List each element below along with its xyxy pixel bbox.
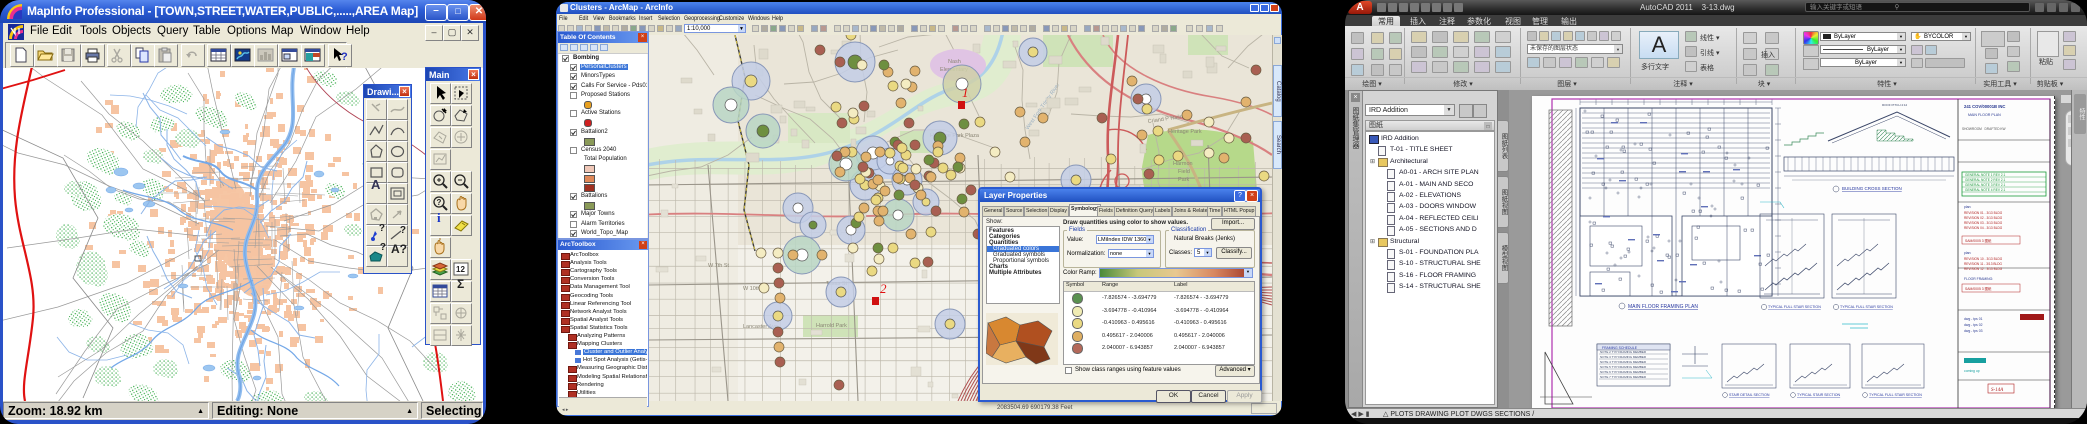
svg-text:Park: Park (1178, 177, 1190, 183)
svg-text:12: 12 (456, 265, 465, 274)
svg-text:coming up: coming up (1964, 369, 1980, 373)
svg-text:NOTE 7 TYP FRAMING MEMBER: NOTE 7 TYP FRAMING MEMBER (1600, 375, 1647, 379)
svg-text:FRAMING SCHEDULE: FRAMING SCHEDULE (1602, 346, 1638, 350)
svg-text:REVISION 11 - 3/13 BLDG: REVISION 11 - 3/13 BLDG (1964, 262, 2003, 266)
svg-text:Harrold Park: Harrold Park (816, 323, 847, 329)
svg-text:FLOOR FRAMING:: FLOOR FRAMING: (1964, 277, 1993, 281)
svg-text:Heritage Park: Heritage Park (1168, 129, 1202, 135)
svg-text:GENERAL NOTE 4 REV 2.1: GENERAL NOTE 4 REV 2.1 (1965, 188, 2005, 192)
svg-text:NOTE 4 TYP FRAMING MEMBER: NOTE 4 TYP FRAMING MEMBER (1600, 360, 1647, 364)
svg-text:SAM/0005 3 图紙: SAM/0005 3 图紙 (1965, 286, 1992, 291)
svg-text:REVISION 12 - 3/13 BLDG: REVISION 12 - 3/13 BLDG (1964, 267, 2003, 271)
svg-text:BUILDING CROSS SECTION: BUILDING CROSS SECTION (1842, 186, 1902, 191)
svg-text:241 COV/00001B INC: 241 COV/00001B INC (1964, 104, 2005, 109)
svg-text:dwg - tps 01: dwg - tps 01 (1964, 317, 1983, 321)
svg-text:Harmon: Harmon (1173, 161, 1193, 167)
svg-text:TYPICAL STAIR SECTION: TYPICAL STAIR SECTION (1797, 393, 1841, 397)
svg-text:REVISION 01 - 3/13 BLDG: REVISION 01 - 3/13 BLDG (1964, 211, 2003, 215)
svg-text:NOTE 6 TYP FRAMING MEMBER: NOTE 6 TYP FRAMING MEMBER (1600, 370, 1647, 374)
svg-text:REVISION 03 - 3/13 BLDG: REVISION 03 - 3/13 BLDG (1964, 221, 2003, 225)
svg-text:GENERAL NOTE 1 REV 2.1: GENERAL NOTE 1 REV 2.1 (1965, 173, 2005, 177)
svg-text:REVISION 10 - 3/13 BLDG: REVISION 10 - 3/13 BLDG (1964, 257, 2003, 261)
svg-text:plan:: plan: (1964, 251, 1971, 255)
svg-text:?: ? (437, 198, 442, 207)
svg-text:NOTE 3 TYP FRAMING MEMBER: NOTE 3 TYP FRAMING MEMBER (1600, 355, 1647, 359)
svg-text:W 7th St: W 7th St (708, 263, 730, 269)
svg-text:TYPICAL FULL STAIR SECTION: TYPICAL FULL STAIR SECTION (1768, 305, 1821, 309)
svg-text:ROOF PITCH 4:12: ROOF PITCH 4:12 (1882, 103, 1908, 107)
svg-text:GENERAL NOTE 2 REV 2.1: GENERAL NOTE 2 REV 2.1 (1965, 178, 2005, 182)
svg-text:plan:: plan: (1964, 205, 1971, 209)
svg-text:S-14A: S-14A (1991, 388, 2004, 393)
svg-text:GENERAL NOTE 3 REV 2.1: GENERAL NOTE 3 REV 2.1 (1965, 183, 2005, 187)
svg-text:NOTE 2 TYP FRAMING MEMBER: NOTE 2 TYP FRAMING MEMBER (1600, 350, 1647, 354)
svg-text:STAIR DETAIL SECTION: STAIR DETAIL SECTION (1729, 393, 1770, 397)
svg-text:?: ? (341, 51, 348, 63)
svg-text:REVISION 02 - 3/13 BLDG: REVISION 02 - 3/13 BLDG (1964, 216, 2003, 220)
svg-text:SHOWROOM DRAFTED KW: SHOWROOM DRAFTED KW (1962, 127, 2006, 131)
svg-text:MAIN FLOOR PLAN: MAIN FLOOR PLAN (1968, 113, 2001, 117)
svg-text:TYPICAL FULL STAIR SECTION: TYPICAL FULL STAIR SECTION (1869, 393, 1922, 397)
svg-text:dwg - tps 03: dwg - tps 03 (1964, 329, 1983, 333)
svg-text:MAIN FLOOR FRAMING PLAN: MAIN FLOOR FRAMING PLAN (1628, 304, 1698, 310)
svg-text:REVISION 04 - 3/13 BLDG: REVISION 04 - 3/13 BLDG (1964, 226, 2003, 230)
svg-text:Field: Field (1178, 169, 1190, 175)
svg-text:Nash: Nash (948, 59, 961, 65)
svg-text:SAM/0005 3 图紙: SAM/0005 3 图紙 (1965, 238, 1992, 243)
svg-text:2: 2 (880, 281, 887, 296)
svg-text:NOTE 5 TYP FRAMING MEMBER: NOTE 5 TYP FRAMING MEMBER (1600, 365, 1647, 369)
svg-text:dwg - tps 02: dwg - tps 02 (1964, 323, 1983, 327)
svg-text:TYPICAL FULL STAIR SECTION: TYPICAL FULL STAIR SECTION (1840, 305, 1893, 309)
svg-text:1: 1 (962, 85, 969, 100)
